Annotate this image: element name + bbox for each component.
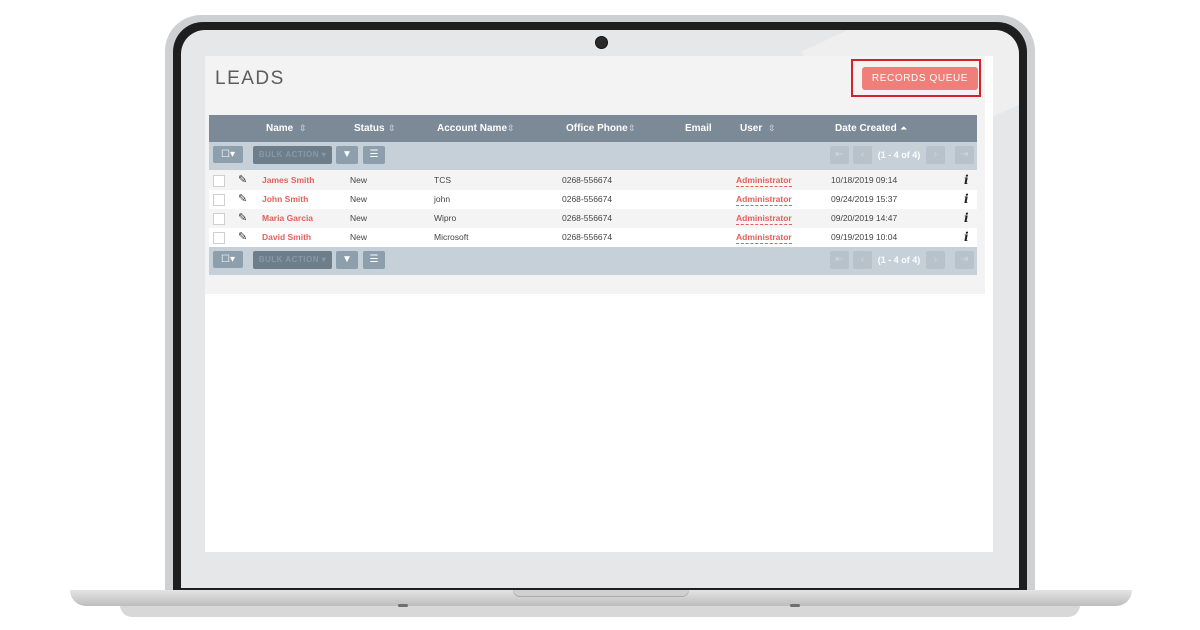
list-icon[interactable]: ☰	[363, 251, 385, 269]
status-cell: New	[350, 194, 368, 204]
checkbox-dropdown-icon[interactable]: ☐▾	[213, 146, 243, 163]
row-checkbox[interactable]	[213, 194, 225, 206]
info-icon[interactable]: i	[964, 190, 969, 209]
page-title: LEADS	[215, 68, 285, 89]
phone-cell: 0268-556674	[562, 232, 613, 242]
laptop-foot	[790, 604, 800, 607]
table-row[interactable]: ✎ David Smith New Microsoft 0268-556674 …	[209, 228, 977, 247]
column-header-status[interactable]: Status	[354, 115, 385, 142]
row-checkbox[interactable]	[213, 232, 225, 244]
prev-page-icon[interactable]: ‹	[853, 146, 872, 164]
screen: LEADS RECORDS QUEUE Name ⇳ Status ⇳ Acco…	[205, 56, 993, 552]
laptop-foot	[398, 604, 408, 607]
sort-active-icon[interactable]: ⏶	[900, 115, 907, 142]
column-header-name[interactable]: Name	[266, 115, 293, 142]
pencil-icon[interactable]: ✎	[238, 211, 247, 224]
account-cell: TCS	[434, 175, 451, 185]
table-row[interactable]: ✎ John Smith New john 0268-556674 Admini…	[209, 190, 977, 209]
date-cell: 10/18/2019 09:14	[831, 175, 898, 185]
bottom-action-bar: ☐▾ BULK ACTION ▾ ▼ ☰ ⇤ ‹ (1 - 4 of 4) › …	[209, 247, 977, 275]
account-cell: Wipro	[434, 213, 457, 223]
date-cell: 09/19/2019 10:04	[831, 232, 898, 242]
row-checkbox[interactable]	[213, 213, 225, 225]
laptop-base-shadow	[120, 605, 1080, 617]
sort-icon[interactable]: ⇳	[299, 115, 307, 142]
account-cell: Microsoft	[434, 232, 469, 242]
pagination-text: (1 - 4 of 4)	[877, 150, 921, 160]
user-link[interactable]: Administrator	[736, 211, 792, 225]
first-page-icon[interactable]: ⇤	[830, 146, 849, 164]
table-row[interactable]: ✎ Maria Garcia New Wipro 0268-556674 Adm…	[209, 209, 977, 228]
pencil-icon[interactable]: ✎	[238, 173, 247, 186]
info-icon[interactable]: i	[964, 228, 969, 247]
status-cell: New	[350, 175, 368, 185]
column-header-date-created[interactable]: Date Created	[835, 115, 897, 142]
date-cell: 09/20/2019 14:47	[831, 213, 898, 223]
sort-icon[interactable]: ⇳	[628, 115, 636, 142]
info-icon[interactable]: i	[964, 171, 969, 190]
table-header: Name ⇳ Status ⇳ Account Name ⇳ Office Ph…	[209, 115, 977, 142]
last-page-icon[interactable]: ⇥	[955, 146, 974, 164]
phone-cell: 0268-556674	[562, 213, 613, 223]
next-page-icon[interactable]: ›	[926, 251, 945, 269]
pencil-icon[interactable]: ✎	[238, 230, 247, 243]
webcam-icon	[595, 36, 608, 49]
bulk-action-label: BULK ACTION	[258, 255, 320, 264]
lead-name-link[interactable]: Maria Garcia	[262, 209, 313, 228]
date-cell: 09/24/2019 15:37	[831, 194, 898, 204]
info-icon[interactable]: i	[964, 209, 969, 228]
lead-name-link[interactable]: David Smith	[262, 228, 311, 247]
lead-name-link[interactable]: John Smith	[262, 190, 308, 209]
records-queue-button[interactable]: RECORDS QUEUE	[862, 67, 978, 90]
list-icon[interactable]: ☰	[363, 146, 385, 164]
column-header-user[interactable]: User	[740, 115, 762, 142]
account-cell: john	[434, 194, 451, 204]
phone-cell: 0268-556674	[562, 175, 613, 185]
leads-panel: LEADS RECORDS QUEUE Name ⇳ Status ⇳ Acco…	[205, 56, 985, 294]
first-page-icon[interactable]: ⇤	[830, 251, 849, 269]
prev-page-icon[interactable]: ‹	[853, 251, 872, 269]
user-link[interactable]: Administrator	[736, 230, 792, 244]
bulk-action-button[interactable]: BULK ACTION ▾	[253, 146, 332, 164]
phone-cell: 0268-556674	[562, 194, 613, 204]
row-checkbox[interactable]	[213, 175, 225, 187]
bulk-action-button[interactable]: BULK ACTION ▾	[253, 251, 332, 269]
column-header-office-phone[interactable]: Office Phone	[566, 115, 628, 142]
sort-icon[interactable]: ⇳	[768, 115, 776, 142]
pencil-icon[interactable]: ✎	[238, 192, 247, 205]
sort-icon[interactable]: ⇳	[507, 115, 515, 142]
filter-icon[interactable]: ▼	[336, 251, 358, 269]
next-page-icon[interactable]: ›	[926, 146, 945, 164]
filter-icon[interactable]: ▼	[336, 146, 358, 164]
pagination-text: (1 - 4 of 4)	[877, 255, 921, 265]
column-header-email: Email	[685, 123, 712, 134]
last-page-icon[interactable]: ⇥	[955, 251, 974, 269]
top-action-bar: ☐▾ BULK ACTION ▾ ▼ ☰ ⇤ ‹ (1 - 4 of 4) › …	[209, 142, 977, 170]
lead-name-link[interactable]: James Smith	[262, 171, 314, 190]
bulk-action-label: BULK ACTION	[258, 150, 320, 159]
user-link[interactable]: Administrator	[736, 173, 792, 187]
checkbox-dropdown-icon[interactable]: ☐▾	[213, 251, 243, 268]
user-link[interactable]: Administrator	[736, 192, 792, 206]
status-cell: New	[350, 213, 368, 223]
sort-icon[interactable]: ⇳	[388, 115, 396, 142]
laptop-hinge-notch	[513, 590, 689, 597]
column-header-account-name[interactable]: Account Name	[437, 115, 507, 142]
table-row[interactable]: ✎ James Smith New TCS 0268-556674 Admini…	[209, 171, 977, 190]
status-cell: New	[350, 232, 368, 242]
